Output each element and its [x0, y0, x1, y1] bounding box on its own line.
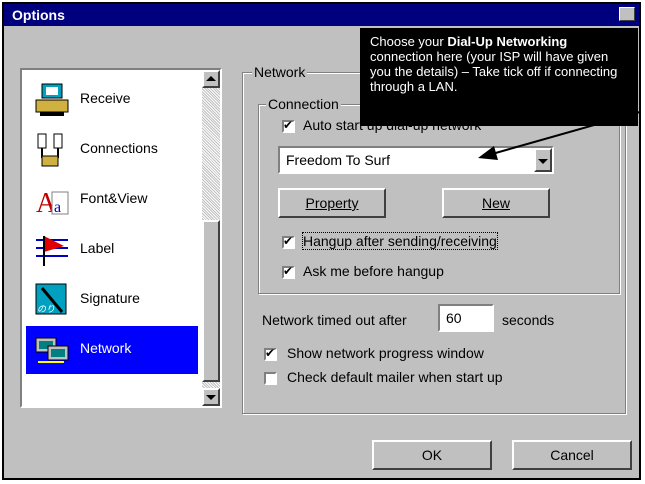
sidebar-item-signature[interactable]: のり Signature: [26, 276, 198, 324]
sidebar-item-label: Label: [80, 240, 115, 256]
chevron-up-icon: [206, 76, 216, 81]
timeout-value: 60: [446, 310, 462, 326]
chevron-down-icon: [538, 159, 548, 164]
annotation-bold: Dial-Up Networking: [447, 34, 568, 49]
ask-before-hangup-checkbox[interactable]: [282, 264, 295, 279]
sidebar-item-receive[interactable]: Receive: [26, 76, 198, 124]
title-bar: Options: [4, 4, 639, 26]
chevron-down-icon: [206, 395, 216, 400]
network-icon: [35, 337, 69, 363]
timeout-prefix-label: Network timed out after: [262, 312, 407, 328]
dialup-selected-value: Freedom To Surf: [286, 152, 391, 168]
annotation-rest: connection here (your ISP will have give…: [370, 49, 618, 94]
list-scrollbar[interactable]: [202, 70, 220, 406]
dropdown-button[interactable]: [534, 148, 552, 172]
property-button-label: Property: [305, 195, 359, 211]
annotation-callout: Choose your Dial-Up Networking connectio…: [360, 28, 638, 126]
hangup-label: Hangup after sending/receiving: [302, 232, 498, 250]
signature-icon: のり: [35, 283, 67, 315]
sidebar-item-label: Network: [80, 340, 132, 356]
scroll-up-button[interactable]: [202, 70, 220, 88]
timeout-suffix-label: seconds: [502, 312, 555, 328]
cancel-button-label: Cancel: [550, 447, 594, 463]
sidebar-item-label: Font&View: [80, 190, 148, 206]
dialup-connection-select[interactable]: Freedom To Surf: [278, 146, 554, 174]
sidebar-item-connections[interactable]: Connections: [26, 126, 198, 174]
scroll-thumb[interactable]: [202, 220, 220, 382]
sidebar-item-label: Signature: [80, 290, 140, 306]
svg-text:a: a: [54, 199, 61, 216]
new-button[interactable]: New: [442, 188, 550, 218]
category-list[interactable]: Receive Connections A a Font&View Label: [20, 68, 222, 408]
sidebar-item-network[interactable]: Network: [26, 326, 198, 374]
show-progress-checkbox[interactable]: [264, 346, 277, 361]
svg-text:のり: のり: [37, 304, 55, 314]
check-mailer-label: Check default mailer when start up: [287, 369, 503, 385]
sidebar-item-label: Connections: [80, 140, 158, 156]
font-view-icon: A a: [36, 188, 69, 218]
cancel-button[interactable]: Cancel: [512, 440, 632, 470]
connection-group-label: Connection: [266, 96, 341, 112]
new-button-label: New: [481, 195, 510, 211]
auto-start-checkbox[interactable]: [282, 118, 295, 133]
ok-button[interactable]: OK: [372, 440, 492, 470]
sidebar-item-label[interactable]: Label: [26, 226, 198, 274]
window-title: Options: [12, 7, 65, 23]
timeout-input[interactable]: 60: [438, 304, 494, 332]
connections-icon: [37, 133, 63, 167]
receive-icon: [35, 83, 69, 116]
network-group-label: Network: [252, 64, 308, 80]
annotation-prefix: Choose your: [370, 34, 448, 49]
scroll-down-button[interactable]: [202, 388, 220, 406]
sidebar-item-label: Receive: [80, 90, 131, 106]
sidebar-item-font-view[interactable]: A a Font&View: [26, 176, 198, 224]
check-mailer-checkbox[interactable]: [264, 372, 277, 385]
property-button[interactable]: Property: [278, 188, 386, 218]
label-flag-icon: [36, 236, 68, 266]
hangup-checkbox[interactable]: [282, 234, 295, 249]
ok-button-label: OK: [421, 447, 443, 463]
close-button[interactable]: [619, 7, 635, 21]
show-progress-label: Show network progress window: [287, 345, 484, 361]
ask-before-hangup-label: Ask me before hangup: [303, 263, 444, 279]
